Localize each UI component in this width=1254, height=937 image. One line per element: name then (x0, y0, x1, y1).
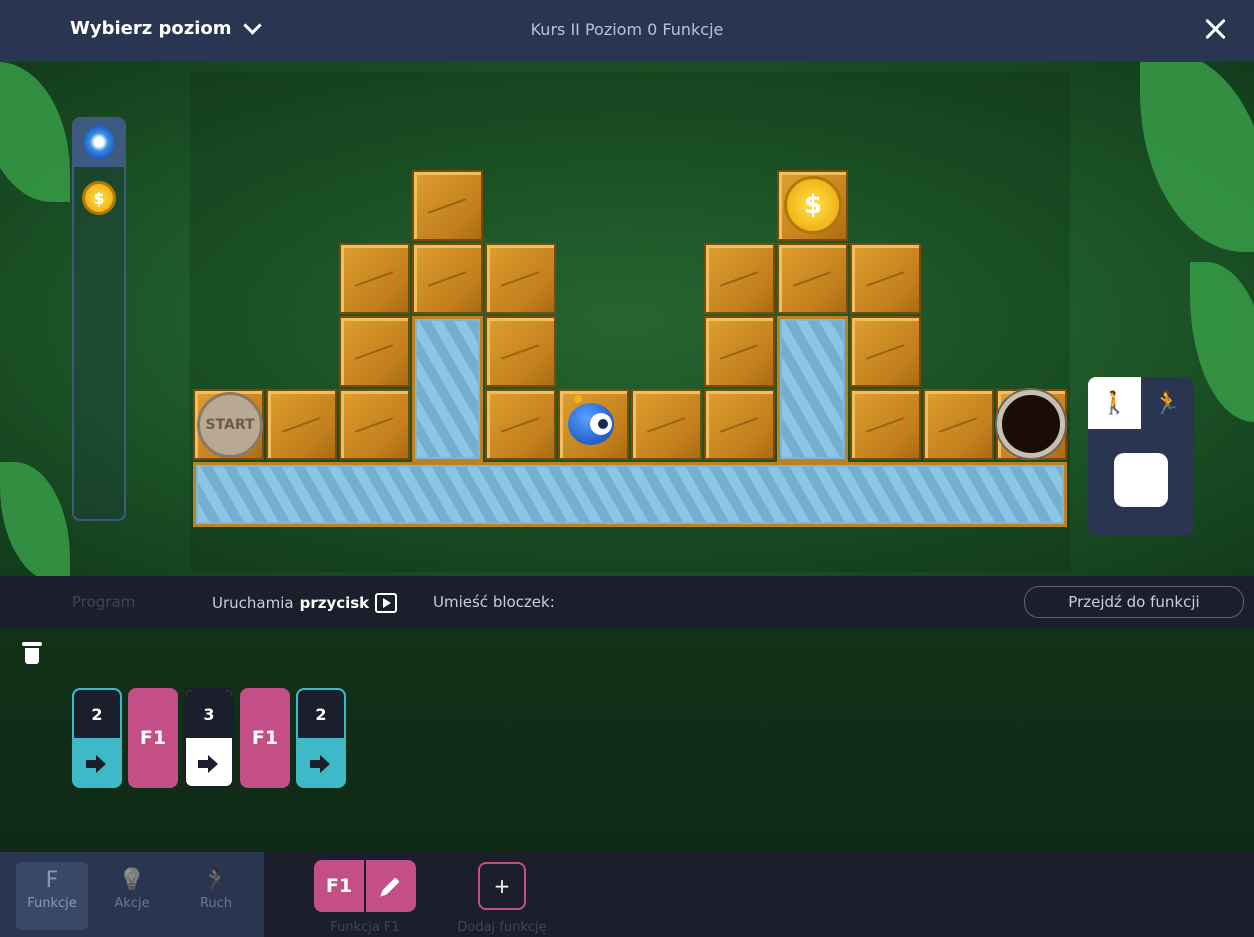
function-block[interactable]: F1 (240, 688, 290, 788)
run-speed-button[interactable]: 🏃 (1141, 377, 1194, 429)
water-channel (193, 462, 1067, 527)
arrow-right-icon (86, 755, 106, 773)
category-movement[interactable]: 🏃 Ruch (180, 862, 252, 930)
category-label: Akcje (114, 896, 150, 911)
jungle-leaf-decoration (1140, 62, 1254, 252)
function-icon: F (45, 868, 59, 893)
board-tile (704, 389, 775, 460)
category-label: Funkcje (27, 896, 77, 911)
jungle-leaf-decoration (0, 462, 70, 576)
board-tile (485, 389, 556, 460)
robot-slot (74, 119, 124, 167)
board-tile (850, 316, 921, 387)
walk-icon: 🚶 (1100, 390, 1129, 416)
move-block-selected[interactable]: 3 (184, 688, 234, 788)
walk-speed-button[interactable]: 🚶 (1088, 377, 1141, 429)
category-label: Ruch (199, 896, 233, 911)
board-tile (412, 243, 483, 314)
water-channel (777, 316, 848, 462)
lightbulb-icon: 💡 (118, 868, 146, 893)
inventory-panel: $ (72, 117, 126, 521)
bottom-bar: F Funkcje 💡 Akcje 🏃 Ruch F1 Funkcja F1 +… (0, 852, 1254, 937)
stop-button[interactable] (1114, 453, 1168, 507)
board-tile (339, 243, 410, 314)
trash-icon[interactable] (22, 642, 42, 664)
goal-hole (997, 390, 1065, 458)
game-area: $ START $ 🚶 🏃 (0, 62, 1254, 576)
move-count: 2 (74, 690, 120, 738)
top-bar: Wybierz poziom Kurs II Poziom 0 Funkcje (0, 0, 1254, 62)
robot-icon (84, 125, 114, 159)
board-tile (339, 389, 410, 460)
move-block[interactable]: 2 (72, 688, 122, 788)
board-tile (339, 316, 410, 387)
pencil-icon (382, 877, 400, 895)
board-tile (266, 389, 337, 460)
board-tile (777, 243, 848, 314)
arrow-right-icon (198, 755, 218, 773)
runs-prefix: Uruchamia (212, 594, 294, 612)
category-actions[interactable]: 💡 Akcje (96, 862, 168, 930)
run-icon: 🏃 (202, 868, 230, 893)
board-tile (485, 243, 556, 314)
arrow-right-icon (310, 755, 330, 773)
player-character (568, 395, 620, 445)
function-f1-caption: Funkcja F1 (330, 920, 400, 935)
coin-icon: $ (784, 176, 842, 234)
category-panel: F Funkcje 💡 Akcje 🏃 Ruch (0, 852, 264, 937)
goto-function-button[interactable]: Przejdź do funkcji (1024, 586, 1244, 618)
start-pad: START (197, 392, 263, 458)
move-count: 2 (298, 690, 344, 738)
jungle-leaf-decoration (0, 62, 70, 202)
board-tile (923, 389, 994, 460)
board-tile (704, 316, 775, 387)
board-tile (485, 316, 556, 387)
function-f1-button[interactable]: F1 (314, 860, 416, 912)
function-f1-label[interactable]: F1 (314, 860, 364, 912)
program-bar: Program Uruchamia przycisk Umieść blocze… (0, 576, 1254, 628)
board-tile (704, 243, 775, 314)
runs-bold: przycisk (299, 594, 370, 612)
page-title: Kurs II Poziom 0 Funkcje (530, 20, 724, 39)
add-function-caption: Dodaj funkcję (457, 920, 547, 935)
program-tab[interactable]: Program (72, 593, 135, 611)
place-block-label: Umieść bloczek: (433, 593, 555, 611)
run-icon: 🏃 (1153, 390, 1182, 416)
category-functions[interactable]: F Funkcje (16, 862, 88, 930)
board-tile (412, 170, 483, 241)
close-button[interactable] (1200, 14, 1230, 44)
jungle-leaf-decoration (1190, 262, 1254, 422)
coin-icon: $ (82, 181, 116, 215)
water-channel (412, 316, 483, 462)
board-tile (850, 389, 921, 460)
edit-function-button[interactable] (366, 860, 416, 912)
runs-with-button-info: Uruchamia przycisk (212, 593, 398, 613)
add-function-button[interactable]: + (478, 862, 526, 910)
function-block[interactable]: F1 (128, 688, 178, 788)
play-icon (375, 593, 398, 613)
move-block[interactable]: 2 (296, 688, 346, 788)
move-count: 3 (186, 690, 232, 738)
board-tile (631, 389, 702, 460)
speed-panel: 🚶 🏃 (1088, 377, 1194, 535)
board-tile (850, 243, 921, 314)
